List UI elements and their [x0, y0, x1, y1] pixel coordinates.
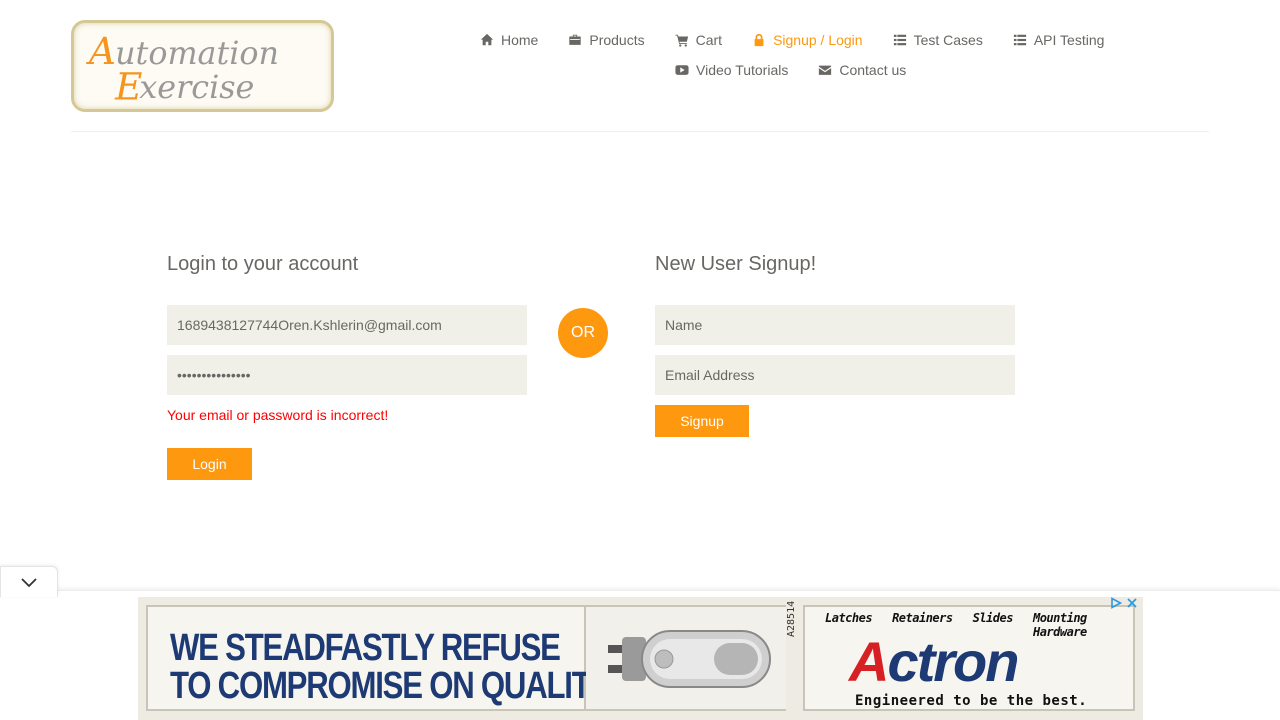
login-email-input[interactable]: 1689438127744Oren.Kshlerin@gmail.com [167, 305, 527, 345]
ad-headline-line-1: WE STEADFASTLY REFUSE [170, 627, 561, 669]
nav-home[interactable]: Home [480, 31, 538, 49]
nav-signup-login[interactable]: Signup / Login [752, 31, 863, 49]
latch-image [608, 630, 771, 688]
ad-tagline: Engineered to be the best. [855, 693, 1088, 709]
nav-api-testing-label: API Testing [1033, 32, 1105, 48]
nav-home-label: Home [501, 32, 539, 48]
products-icon [569, 34, 582, 45]
nav-test-cases[interactable]: Test Cases [893, 31, 983, 49]
nav-test-cases-label: Test Cases [913, 32, 983, 48]
login-form-title: Login to your account [167, 253, 359, 275]
nav-video-tutorials-label: Video Tutorials [696, 62, 789, 78]
ad-brand-logo: Actron [849, 629, 1019, 694]
ad-brand-rest: ctron [887, 630, 1019, 693]
signup-button[interactable]: Signup [655, 405, 749, 437]
login-error-message: Your email or password is incorrect! [167, 407, 389, 423]
logo-graphic: A utomation E xercise [86, 29, 279, 109]
nav-api-testing[interactable]: API Testing [1013, 31, 1105, 49]
chevron-down-icon [21, 578, 37, 588]
site-logo[interactable]: A utomation E xercise [71, 20, 334, 112]
nav-contact-us-label: Contact us [839, 62, 907, 78]
ad-collapse-tab[interactable] [0, 566, 58, 597]
nav-cart[interactable]: Cart [675, 31, 722, 49]
signup-email-input[interactable]: Email Address [655, 355, 1015, 395]
nav-contact-us[interactable]: Contact us [818, 61, 906, 79]
envelope-icon [819, 65, 832, 75]
nav-video-tutorials[interactable]: Video Tutorials [675, 61, 788, 79]
ad-banner[interactable]: WE STEADFASTLY REFUSE TO COMPROMISE ON Q… [138, 597, 1143, 720]
logo-initial-a: A [86, 29, 116, 73]
youtube-play-icon [675, 65, 689, 75]
close-icon[interactable] [1126, 597, 1138, 609]
list-icon [893, 34, 906, 46]
ad-headline-line-2: TO COMPROMISE ON QUALITY. [170, 665, 614, 707]
ad-brand-panel: Latches Retainers Slides Mounting Hardwa… [803, 605, 1135, 711]
list-icon [1013, 34, 1026, 46]
nav-products[interactable]: Products [568, 31, 645, 49]
logo-initial-e: E [114, 65, 142, 109]
login-password-input[interactable]: ••••••••••••••• [167, 355, 527, 395]
lock-icon [754, 33, 764, 47]
ad-serial-number: A28514 [786, 600, 797, 637]
header-divider [71, 131, 1209, 132]
cart-icon [675, 34, 688, 47]
adchoices-icon[interactable] [1110, 597, 1122, 609]
ad-product-image [586, 605, 786, 711]
login-button[interactable]: Login [167, 448, 252, 480]
logo-line2: xercise [139, 70, 254, 106]
home-icon [480, 33, 494, 46]
main-nav-row-1: Home Products Cart Signup / Login Test C… [480, 31, 1134, 49]
signup-form-title: New User Signup! [655, 253, 817, 275]
ad-category: Mounting Hardware [1032, 611, 1087, 639]
main-nav-row-2: Video Tutorials Contact us [675, 61, 936, 79]
nav-cart-label: Cart [695, 32, 723, 48]
signup-name-input[interactable]: Name [655, 305, 1015, 345]
ad-controls [1110, 597, 1138, 609]
ad-brand-initial: A [849, 630, 889, 693]
nav-products-label: Products [589, 32, 645, 48]
nav-signup-login-label: Signup / Login [773, 32, 863, 48]
ad-headline-panel: WE STEADFASTLY REFUSE TO COMPROMISE ON Q… [146, 605, 614, 711]
or-divider: OR [558, 308, 608, 358]
